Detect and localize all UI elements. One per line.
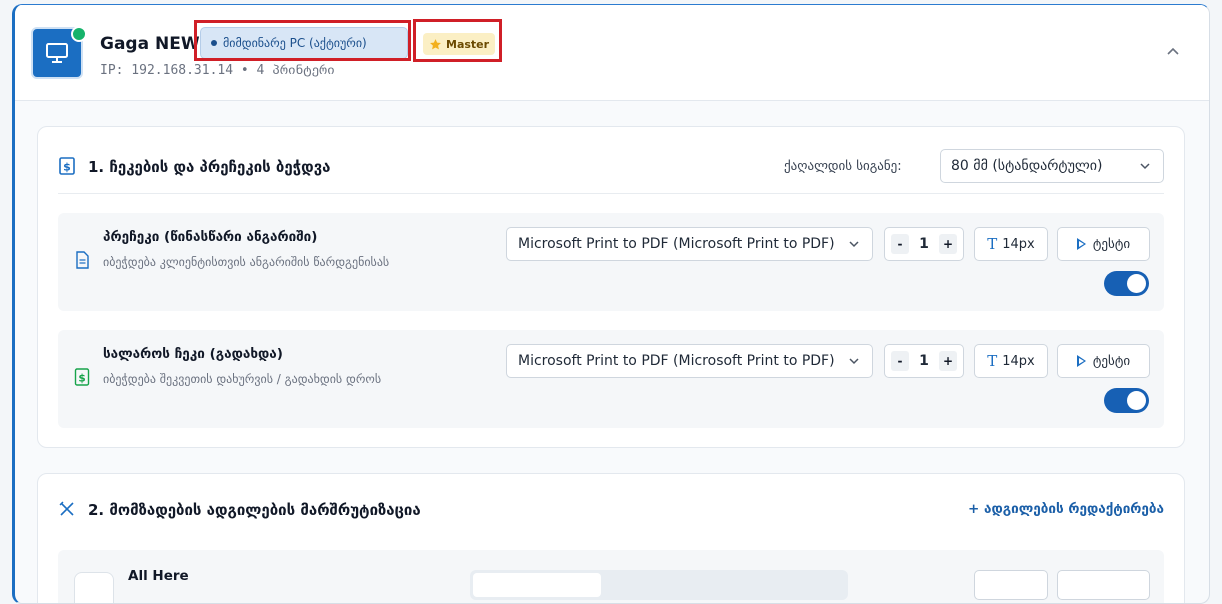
play-icon — [1076, 355, 1086, 367]
font-size-button[interactable]: T 14px — [974, 227, 1048, 261]
device-subline: IP: 192.168.31.14 • 4 პრინტერი — [100, 63, 335, 78]
enable-toggle[interactable] — [1104, 271, 1149, 296]
chevron-down-icon — [849, 358, 859, 365]
chevron-down-icon — [1140, 163, 1150, 170]
printer-select-value: Microsoft Print to PDF (Microsoft Print … — [518, 236, 835, 252]
receipt-printing-section: $ 1. ჩეკების და პრეჩეკის ბეჭდვა ქაღალდის… — [37, 126, 1185, 448]
paper-width-select[interactable]: 80 მმ (სტანდარტული) — [940, 149, 1164, 183]
paper-width-value: 80 მმ (სტანდარტული) — [951, 158, 1103, 174]
chevron-down-icon — [849, 241, 859, 248]
font-size-button[interactable]: T 14px — [974, 344, 1048, 378]
pc-header[interactable]: Gaga NEW მიმდინარე PC (აქტიური) Master I… — [15, 5, 1209, 101]
copies-stepper: - 1 + — [884, 344, 964, 378]
increment-button[interactable]: + — [939, 234, 957, 254]
font-size-value: 14px — [1002, 236, 1035, 252]
font-size-value: 14px — [1002, 353, 1035, 369]
row-title: პრეჩეკი (წინასწარი ანგარიში) — [103, 229, 318, 245]
kitchen-routing-section: 2. მომზადების ადგილების მარშრუტიზაცია + … — [37, 473, 1185, 603]
row-title: სალაროს ჩეკი (გადახდა) — [103, 346, 283, 362]
toggle-knob — [1127, 274, 1146, 293]
destination-row: All Here — [58, 550, 1164, 603]
highlight-box-current — [194, 20, 411, 61]
test-print-label: ტესტი — [1092, 353, 1131, 369]
cashier-receipt-row: $ სალაროს ჩეკი (გადახდა) იბეჭდება შეკვეთ… — [58, 330, 1164, 428]
test-print-button[interactable]: ტესტი — [1057, 227, 1150, 261]
receipt-dollar-icon: $ — [59, 157, 75, 175]
decrement-button[interactable]: - — [891, 234, 909, 254]
destination-name: All Here — [128, 568, 189, 584]
text-size-icon: T — [987, 235, 998, 253]
row-description: იბეჭდება კლიენტისთვის ანგარიშის წარდგენი… — [103, 255, 390, 269]
highlight-box-master — [413, 19, 502, 62]
test-print-label: ტესტი — [1092, 236, 1131, 252]
segment-active — [473, 573, 601, 597]
text-size-icon: T — [987, 352, 998, 370]
svg-text:$: $ — [63, 161, 71, 174]
document-icon — [76, 251, 89, 269]
test-print-button[interactable]: ტესტი — [1057, 344, 1150, 378]
edit-locations-link[interactable]: + ადგილების რედაქტირება — [968, 501, 1164, 517]
printer-select-value: Microsoft Print to PDF (Microsoft Print … — [518, 353, 835, 369]
online-status-dot — [71, 26, 87, 42]
svg-text:$: $ — [78, 373, 85, 385]
utensils-icon — [59, 501, 74, 516]
printer-select[interactable]: Microsoft Print to PDF (Microsoft Print … — [506, 344, 873, 378]
printer-select[interactable]: Microsoft Print to PDF (Microsoft Print … — [506, 227, 873, 261]
increment-button[interactable]: + — [939, 351, 957, 371]
enable-toggle[interactable] — [1104, 388, 1149, 413]
copies-value[interactable]: 1 — [919, 236, 929, 252]
divider — [58, 193, 1164, 194]
copies-value[interactable]: 1 — [919, 353, 929, 369]
row-description: იბეჭდება შეკვეთის დახურვის / გადახდის დრ… — [103, 372, 382, 386]
section-title: 1. ჩეკების და პრეჩეკის ბეჭდვა — [88, 158, 331, 176]
toggle-knob — [1127, 391, 1146, 410]
precheck-row: პრეჩეკი (წინასწარი ანგარიში) იბეჭდება კლ… — [58, 213, 1164, 311]
chevron-up-icon[interactable] — [1165, 43, 1181, 59]
decrement-button[interactable]: - — [891, 351, 909, 371]
destination-icon — [74, 572, 114, 603]
receipt-dollar-icon: $ — [74, 368, 90, 386]
play-icon — [1076, 238, 1086, 250]
section-title: 2. მომზადების ადგილების მარშრუტიზაცია — [88, 501, 421, 519]
device-name: Gaga NEW — [100, 34, 200, 54]
paper-width-label: ქაღალდის სიგანე: — [784, 159, 902, 174]
copies-stepper: - 1 + — [884, 227, 964, 261]
pc-card: Gaga NEW მიმდინარე PC (აქტიური) Master I… — [12, 4, 1210, 604]
